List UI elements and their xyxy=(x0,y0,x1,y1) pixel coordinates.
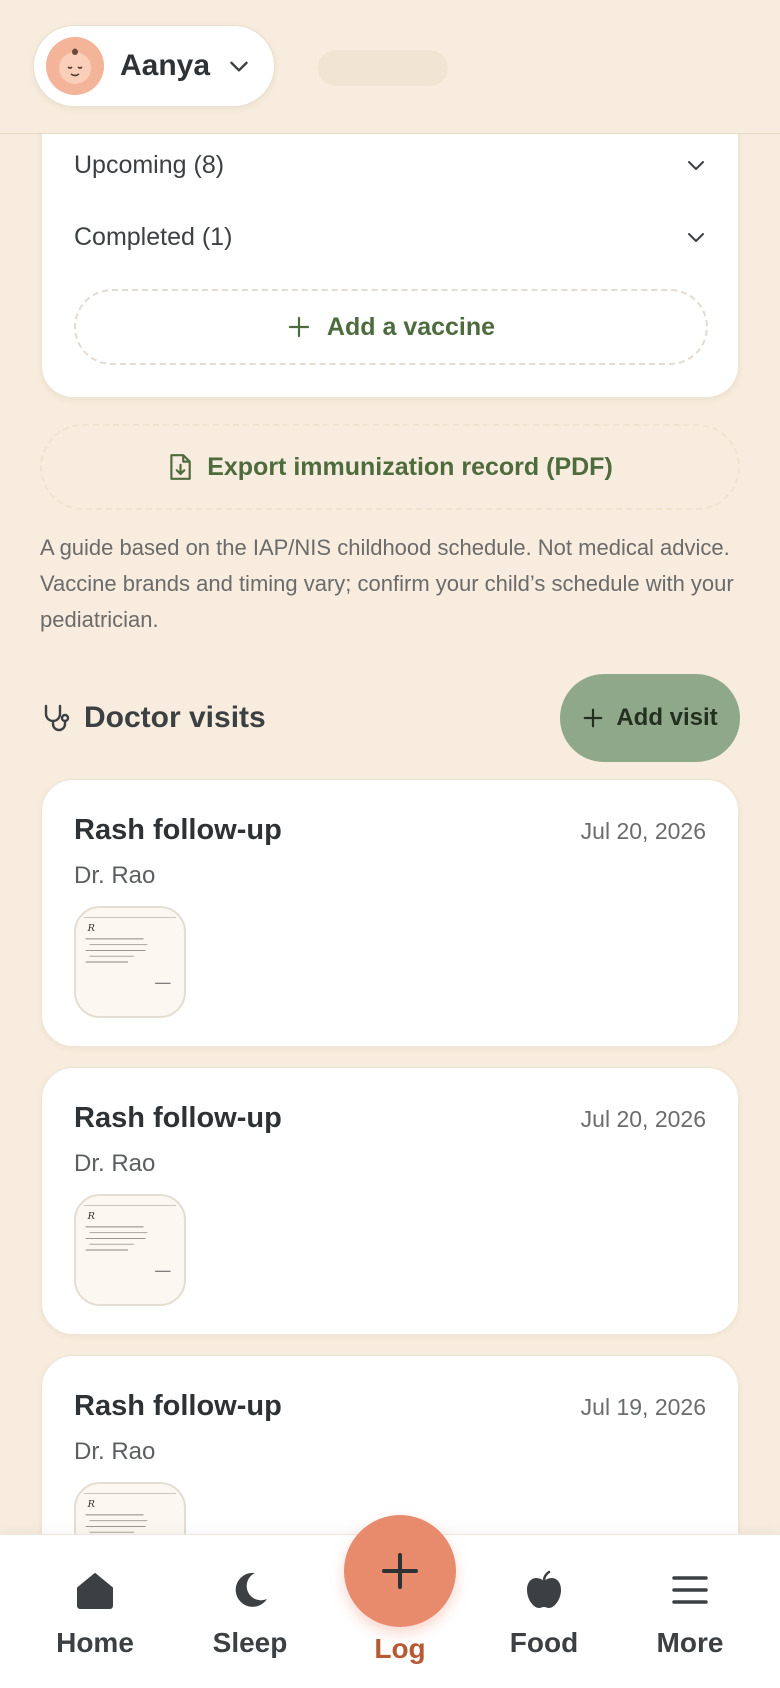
doctor-visits-title: Doctor visits xyxy=(84,701,266,734)
nav-sleep-label: Sleep xyxy=(212,1627,288,1658)
prescription-thumbnail[interactable]: R xyxy=(74,1194,186,1306)
completed-label: Completed (1) xyxy=(74,222,233,251)
doctor-visits-heading: Doctor visits xyxy=(40,697,266,739)
nav-more[interactable]: More xyxy=(625,1569,755,1659)
chevron-down-icon xyxy=(688,161,704,170)
plus-icon xyxy=(382,1553,418,1589)
moon-icon xyxy=(235,1572,267,1607)
home-icon xyxy=(77,1573,113,1609)
nav-home[interactable]: Home xyxy=(30,1569,160,1659)
add-visit-label: Add visit xyxy=(616,704,718,731)
nav-log-label: Log xyxy=(374,1633,426,1664)
nav-sleep[interactable]: Sleep xyxy=(185,1569,315,1659)
prescription-thumbnail[interactable]: R xyxy=(74,906,186,1018)
upcoming-accordion[interactable]: Upcoming (8) xyxy=(74,145,708,185)
svg-text:R: R xyxy=(87,1499,95,1510)
add-visit-button[interactable]: Add visit xyxy=(560,674,740,762)
visit-title: Rash follow-up xyxy=(74,1390,282,1422)
baby-avatar xyxy=(46,37,104,95)
completed-accordion[interactable]: Completed (1) xyxy=(74,217,708,257)
app-header: Aanya xyxy=(0,0,780,134)
nav-more-label: More xyxy=(656,1627,724,1658)
menu-icon xyxy=(672,1576,708,1604)
visit-doctor: Dr. Rao xyxy=(74,1150,156,1177)
visit-doctor: Dr. Rao xyxy=(74,1438,156,1465)
visit-date: Jul 20, 2026 xyxy=(580,1106,706,1132)
plus-icon xyxy=(288,316,310,338)
child-switcher[interactable]: Aanya xyxy=(33,25,275,107)
export-pdf-button[interactable]: Export immunization record (PDF) xyxy=(40,424,740,510)
add-vaccine-button[interactable]: Add a vaccine xyxy=(74,289,708,365)
visit-date: Jul 20, 2026 xyxy=(580,818,706,844)
upcoming-label: Upcoming (8) xyxy=(74,150,225,179)
bottom-nav: Home Sleep Log Food More xyxy=(0,1515,780,1688)
plus-icon xyxy=(583,708,603,728)
chevron-down-icon xyxy=(230,61,248,72)
header-placeholder xyxy=(318,50,448,86)
visit-date: Jul 19, 2026 xyxy=(580,1394,706,1420)
visit-doctor: Dr. Rao xyxy=(74,862,156,889)
svg-text:R: R xyxy=(87,923,95,934)
log-fab-button[interactable] xyxy=(344,1515,456,1627)
vaccine-card: Upcoming (8) Completed (1) Add a vaccine xyxy=(41,100,739,398)
nav-home-label: Home xyxy=(56,1627,134,1658)
visit-card[interactable]: Rash follow-up Jul 20, 2026 Dr. Rao R xyxy=(41,1067,739,1335)
add-vaccine-label: Add a vaccine xyxy=(326,312,496,341)
visit-title: Rash follow-up xyxy=(74,1102,282,1134)
nav-food-label: Food xyxy=(509,1627,579,1658)
apple-icon xyxy=(527,1570,561,1608)
svg-text:R: R xyxy=(87,1211,95,1222)
export-label: Export immunization record (PDF) xyxy=(207,452,613,481)
file-download-icon xyxy=(170,454,191,480)
schedule-disclaimer: A guide based on the IAP/NIS childhood s… xyxy=(40,535,734,632)
stethoscope-icon xyxy=(44,704,70,732)
chevron-down-icon xyxy=(688,233,704,242)
visit-card[interactable]: Rash follow-up Jul 20, 2026 Dr. Rao R xyxy=(41,779,739,1047)
child-name: Aanya xyxy=(120,49,211,82)
nav-food[interactable]: Food xyxy=(479,1569,609,1659)
visit-title: Rash follow-up xyxy=(74,814,282,846)
